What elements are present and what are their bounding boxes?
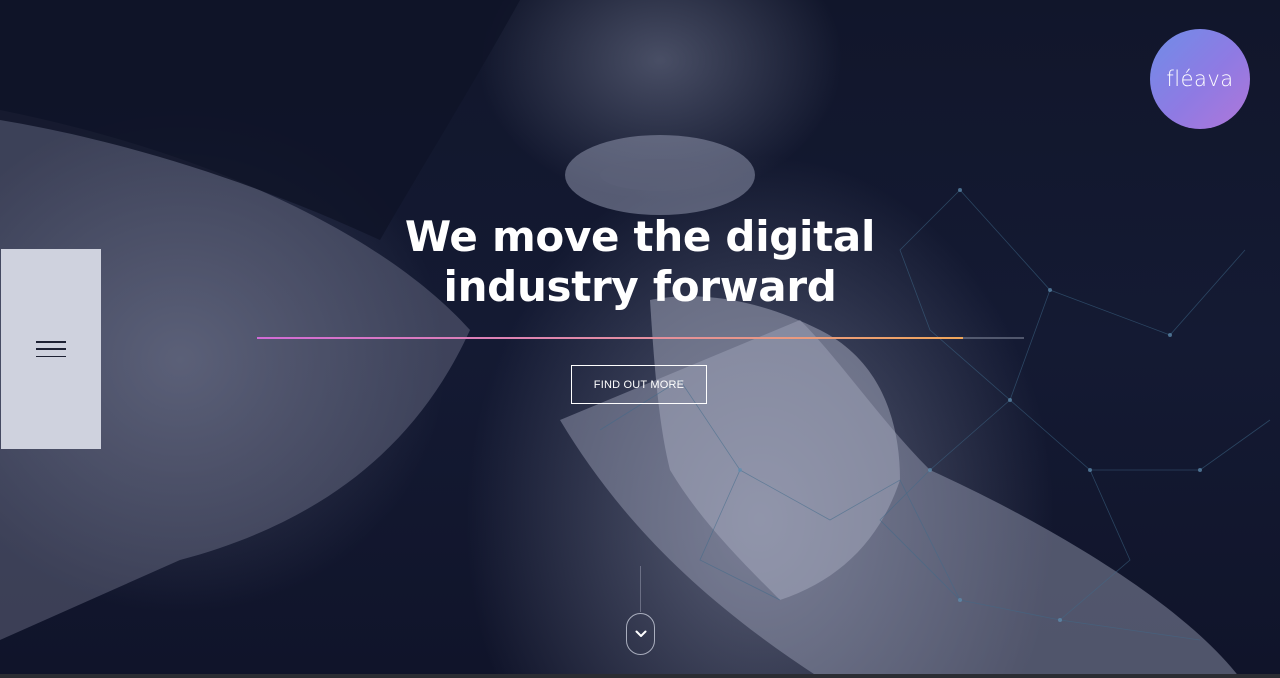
hero-headline-line2: industry forward xyxy=(443,262,837,311)
hero-headline: We move the digital industry forward xyxy=(340,212,940,312)
hero-headline-line1: We move the digital xyxy=(404,212,876,261)
find-out-more-button[interactable]: FIND OUT MORE xyxy=(571,365,707,404)
slide-progress-bar xyxy=(257,337,1024,339)
chevron-down-icon xyxy=(635,630,646,637)
brand-logo-text: fléava xyxy=(1166,67,1234,91)
scroll-down-button[interactable] xyxy=(626,613,655,655)
hero-section: fléava We move the digital industry forw… xyxy=(0,0,1280,678)
brand-logo[interactable]: fléava xyxy=(1150,29,1250,129)
menu-toggle-button[interactable] xyxy=(1,249,101,449)
slide-progress-fill xyxy=(257,337,963,339)
scroll-guide-line xyxy=(640,566,641,612)
hamburger-menu-icon xyxy=(36,341,66,357)
bottom-edge-bar xyxy=(0,674,1280,678)
